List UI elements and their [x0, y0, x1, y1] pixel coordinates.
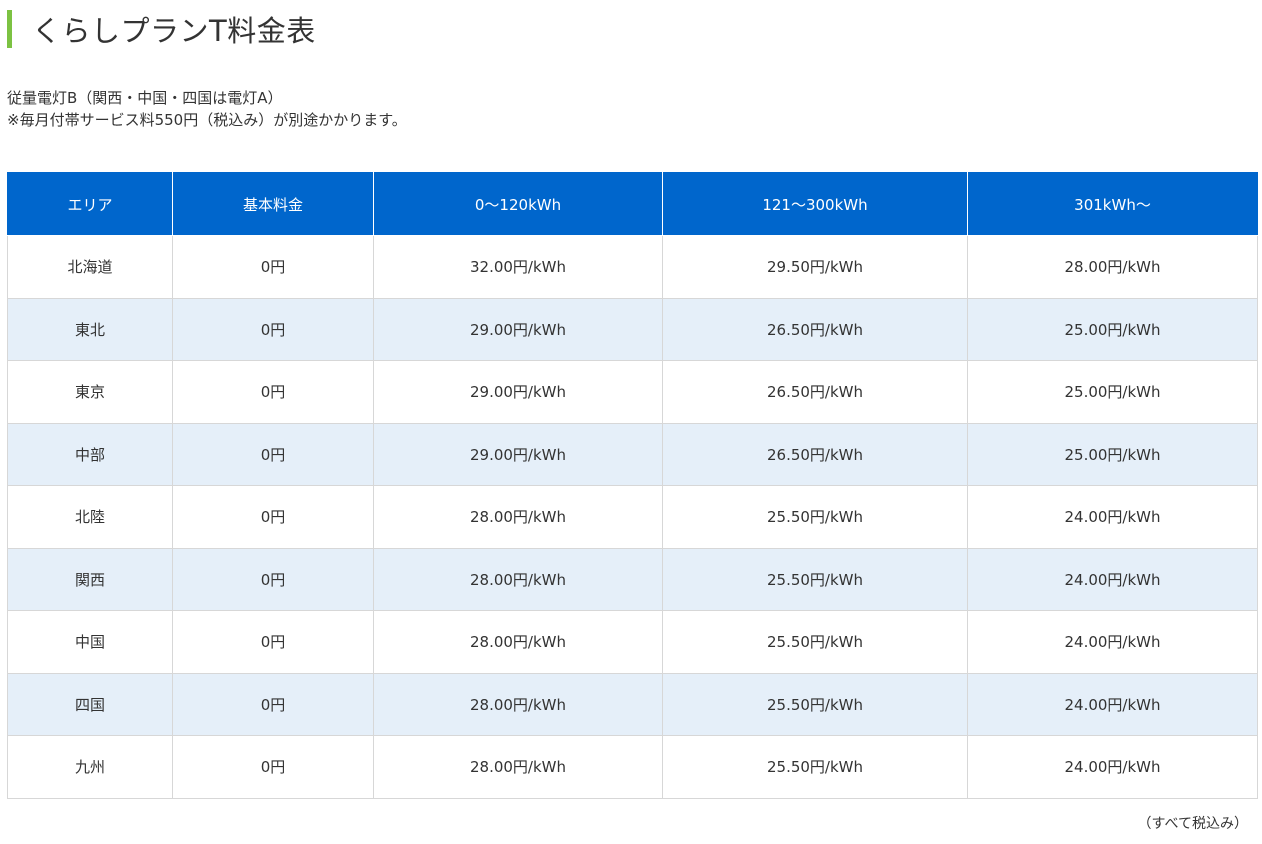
- cell-tier-1: 28.00円/kWh: [373, 735, 663, 799]
- cell-tier-3: 24.00円/kWh: [967, 735, 1258, 799]
- cell-base-fee: 0円: [172, 672, 374, 736]
- header-tier-3: 301kWh～: [967, 172, 1258, 236]
- header-tier-2: 121～300kWh: [662, 172, 968, 236]
- cell-tier-3: 24.00円/kWh: [967, 672, 1258, 736]
- table-row: 九州 0円 28.00円/kWh 25.50円/kWh 24.00円/kWh: [7, 735, 1258, 799]
- note-line: ※毎月付帯サービス料550円（税込み）が別途かかります。: [7, 111, 407, 129]
- cell-tier-2: 26.50円/kWh: [662, 360, 968, 424]
- table-row: 中部 0円 29.00円/kWh 26.50円/kWh 25.00円/kWh: [7, 422, 1258, 486]
- cell-area: 北陸: [7, 485, 173, 549]
- rate-table: エリア 基本料金 0～120kWh 121～300kWh 301kWh～ 北海道…: [7, 172, 1258, 799]
- header-area: エリア: [7, 172, 173, 236]
- cell-tier-1: 28.00円/kWh: [373, 485, 663, 549]
- cell-tier-3: 24.00円/kWh: [967, 547, 1258, 611]
- cell-area: 東北: [7, 297, 173, 361]
- cell-base-fee: 0円: [172, 610, 374, 674]
- cell-tier-3: 25.00円/kWh: [967, 360, 1258, 424]
- table-row: 北陸 0円 28.00円/kWh 25.50円/kWh 24.00円/kWh: [7, 485, 1258, 549]
- cell-base-fee: 0円: [172, 297, 374, 361]
- cell-base-fee: 0円: [172, 547, 374, 611]
- table-row: 北海道 0円 32.00円/kWh 29.50円/kWh 28.00円/kWh: [7, 235, 1258, 299]
- cell-tier-1: 29.00円/kWh: [373, 360, 663, 424]
- cell-area: 関西: [7, 547, 173, 611]
- tax-footnote: （すべて税込み）: [1137, 816, 1248, 832]
- rate-table-body: 北海道 0円 32.00円/kWh 29.50円/kWh 28.00円/kWh 東北 0円 2…: [7, 235, 1258, 799]
- cell-tier-2: 29.50円/kWh: [662, 235, 968, 299]
- cell-area: 東京: [7, 360, 173, 424]
- table-header-row: エリア 基本料金 0～120kWh 121～300kWh 301kWh～: [7, 172, 1258, 236]
- cell-tier-3: 25.00円/kWh: [967, 297, 1258, 361]
- cell-tier-3: 28.00円/kWh: [967, 235, 1258, 299]
- cell-tier-3: 24.00円/kWh: [967, 485, 1258, 549]
- header-base-fee: 基本料金: [172, 172, 374, 236]
- table-row: 四国 0円 28.00円/kWh 25.50円/kWh 24.00円/kWh: [7, 672, 1258, 736]
- cell-tier-2: 26.50円/kWh: [662, 297, 968, 361]
- plan-notes: 従量電灯B（関西・中国・四国は電灯A） ※毎月付帯サービス料550円（税込み）が…: [7, 87, 407, 131]
- cell-area: 中国: [7, 610, 173, 674]
- cell-tier-1: 32.00円/kWh: [373, 235, 663, 299]
- cell-tier-2: 25.50円/kWh: [662, 735, 968, 799]
- cell-tier-2: 25.50円/kWh: [662, 547, 968, 611]
- table-row: 関西 0円 28.00円/kWh 25.50円/kWh 24.00円/kWh: [7, 547, 1258, 611]
- header-tier-1: 0～120kWh: [373, 172, 663, 236]
- cell-tier-1: 28.00円/kWh: [373, 610, 663, 674]
- cell-base-fee: 0円: [172, 735, 374, 799]
- cell-area: 四国: [7, 672, 173, 736]
- cell-area: 九州: [7, 735, 173, 799]
- cell-tier-2: 25.50円/kWh: [662, 672, 968, 736]
- cell-area: 中部: [7, 422, 173, 486]
- table-row: 東北 0円 29.00円/kWh 26.50円/kWh 25.00円/kWh: [7, 297, 1258, 361]
- table-row: 中国 0円 28.00円/kWh 25.50円/kWh 24.00円/kWh: [7, 610, 1258, 674]
- cell-tier-1: 28.00円/kWh: [373, 547, 663, 611]
- cell-base-fee: 0円: [172, 485, 374, 549]
- cell-tier-2: 26.50円/kWh: [662, 422, 968, 486]
- table-row: 東京 0円 29.00円/kWh 26.50円/kWh 25.00円/kWh: [7, 360, 1258, 424]
- cell-tier-2: 25.50円/kWh: [662, 610, 968, 674]
- cell-tier-3: 25.00円/kWh: [967, 422, 1258, 486]
- cell-tier-1: 28.00円/kWh: [373, 672, 663, 736]
- cell-tier-3: 24.00円/kWh: [967, 610, 1258, 674]
- page-title: くらしプランT料金表: [32, 14, 316, 48]
- cell-base-fee: 0円: [172, 422, 374, 486]
- title-accent-bar: [7, 10, 12, 48]
- cell-tier-1: 29.00円/kWh: [373, 422, 663, 486]
- cell-base-fee: 0円: [172, 235, 374, 299]
- cell-base-fee: 0円: [172, 360, 374, 424]
- cell-tier-1: 29.00円/kWh: [373, 297, 663, 361]
- cell-area: 北海道: [7, 235, 173, 299]
- page-heading: くらしプランT料金表: [7, 10, 316, 48]
- cell-tier-2: 25.50円/kWh: [662, 485, 968, 549]
- note-line: 従量電灯B（関西・中国・四国は電灯A）: [7, 89, 283, 107]
